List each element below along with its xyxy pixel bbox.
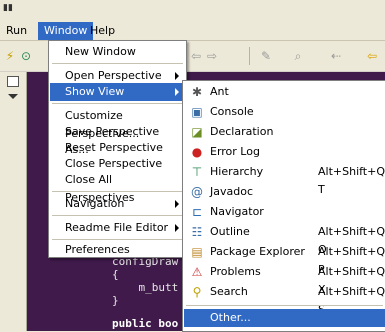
view-item-label: Package Explorer xyxy=(210,245,305,258)
menu-item-close-all-perspectives[interactable]: Close All Perspectives xyxy=(50,171,185,204)
problems-icon: ⚠ xyxy=(191,265,203,279)
submenu-arrow-icon xyxy=(175,88,179,96)
title-bar-mark-icon: ▮▮ xyxy=(3,3,13,13)
submenu-arrow-icon xyxy=(175,72,179,80)
ant-icon: ✱ xyxy=(191,85,203,99)
submenu-arrow-icon xyxy=(175,224,179,232)
package-explorer-icon: ▤ xyxy=(191,245,203,259)
forward-arrow-icon[interactable]: ⇦ xyxy=(364,48,380,64)
view-item-label: Ant xyxy=(210,85,229,98)
menu-item-label: Preferences xyxy=(65,243,130,256)
view-item-navigator[interactable]: ⊏ Navigator xyxy=(184,203,385,221)
search-icon: ⚲ xyxy=(192,285,202,299)
view-item-label: Search xyxy=(210,285,248,298)
nav-forward-icon[interactable]: ⇨ xyxy=(204,48,220,64)
view-item-label: Error Log xyxy=(210,145,260,158)
menu-item-label: New Window xyxy=(65,45,136,58)
minimize-icon[interactable] xyxy=(7,76,19,87)
view-item-label: Outline xyxy=(210,225,250,238)
menu-item-navigation[interactable]: Navigation xyxy=(50,195,185,213)
view-item-declaration[interactable]: ◪ Declaration xyxy=(184,123,385,141)
title-bar: ▮▮ xyxy=(0,0,385,22)
view-item-error-log[interactable]: ● Error Log xyxy=(184,143,385,161)
window-menu: New Window Open Perspective Show View Cu… xyxy=(48,40,187,258)
back-arrow-icon[interactable]: ⇠ xyxy=(328,48,344,64)
menu-separator xyxy=(52,191,183,192)
view-menu-chevron-icon[interactable] xyxy=(8,94,18,99)
view-item-label: Navigator xyxy=(210,205,264,218)
open-perspective-icon[interactable]: ⊙ xyxy=(18,48,34,64)
edit-icon[interactable]: ✎ xyxy=(258,48,274,64)
menu-item-label: Show View xyxy=(65,85,125,98)
code-line: public boo xyxy=(112,317,179,330)
view-item-package-explorer[interactable]: ▤ Package Explorer Alt+Shift+Q, P xyxy=(184,243,385,276)
menu-item-preferences[interactable]: Preferences xyxy=(50,241,185,259)
menu-item-show-view[interactable]: Show View xyxy=(50,83,185,101)
show-view-submenu: ✱ Ant ▣ Console ◪ Declaration ● Error Lo… xyxy=(182,80,385,332)
menu-separator xyxy=(52,215,183,216)
submenu-arrow-icon xyxy=(175,200,179,208)
menu-item-label: Close Perspective xyxy=(65,157,163,170)
view-item-label: Hierarchy xyxy=(210,165,264,178)
menu-separator xyxy=(52,239,183,240)
view-item-problems[interactable]: ⚠ Problems Alt+Shift+Q, X xyxy=(184,263,385,296)
menu-bar: Run Window Help xyxy=(0,22,385,41)
view-item-ant[interactable]: ✱ Ant xyxy=(184,83,385,101)
code-line: m_butt xyxy=(112,281,179,294)
search-icon[interactable]: ⌕ xyxy=(290,48,306,64)
navigator-icon: ⊏ xyxy=(191,205,203,219)
menu-help[interactable]: Help xyxy=(84,22,121,40)
menu-item-label: Open Perspective xyxy=(65,69,162,82)
view-item-label: Declaration xyxy=(210,125,274,138)
view-item-label: Console xyxy=(210,105,254,118)
view-item-label: Problems xyxy=(210,265,261,278)
view-item-console[interactable]: ▣ Console xyxy=(184,103,385,121)
nav-back-icon[interactable]: ⇦ xyxy=(188,48,204,64)
code-line: } xyxy=(112,294,119,307)
outline-icon: ☷ xyxy=(191,225,203,239)
menu-item-label: Navigation xyxy=(65,197,125,210)
menu-separator xyxy=(186,305,383,306)
menu-run[interactable]: Run xyxy=(0,22,33,40)
view-item-label: Other... xyxy=(210,311,251,324)
hierarchy-icon: ⊤ xyxy=(191,165,203,179)
menu-separator xyxy=(52,103,183,104)
view-item-hierarchy[interactable]: ⊤ Hierarchy Alt+Shift+Q, T xyxy=(184,163,385,196)
run-icon[interactable]: ⚡ xyxy=(2,48,18,64)
view-item-javadoc[interactable]: @ Javadoc xyxy=(184,183,385,201)
code-line: { xyxy=(112,268,119,281)
error-log-icon: ● xyxy=(191,145,203,159)
declaration-icon: ◪ xyxy=(191,125,203,139)
view-item-search[interactable]: ⚲ Search Alt+Shift+Q, S xyxy=(184,283,385,316)
javadoc-icon: @ xyxy=(191,185,203,199)
toolbar-separator xyxy=(249,47,250,65)
view-item-label: Javadoc xyxy=(210,185,253,198)
console-icon: ▣ xyxy=(191,105,203,119)
view-item-outline[interactable]: ☷ Outline Alt+Shift+Q, O xyxy=(184,223,385,256)
menu-separator xyxy=(52,63,183,64)
left-view-pane xyxy=(0,72,27,331)
view-item-other[interactable]: Other... xyxy=(184,309,385,327)
menu-item-label: Reset Perspective xyxy=(65,141,163,154)
menu-item-label: Readme File Editor xyxy=(65,221,169,234)
menu-item-new-window[interactable]: New Window xyxy=(50,43,185,61)
menu-item-readme-file-editor[interactable]: Readme File Editor xyxy=(50,219,185,237)
